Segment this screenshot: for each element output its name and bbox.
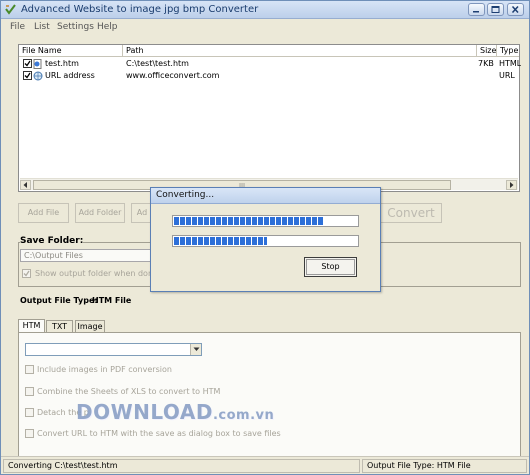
close-icon xyxy=(511,6,519,13)
arrow-right-icon xyxy=(510,182,514,188)
app-window: Advanced Website to image jpg bmp Conver… xyxy=(0,0,530,475)
row-checkbox[interactable] xyxy=(23,71,32,80)
menu-bar: File List Settings Help xyxy=(1,20,529,34)
combine-sheets-label: Combine the Sheets of XLS to convert to … xyxy=(37,387,221,396)
row-checkbox[interactable] xyxy=(23,59,32,68)
detach-checkbox[interactable] xyxy=(25,408,34,417)
watermark-main: DOWNLOAD xyxy=(76,400,213,424)
cell-path: www.officeconvert.com xyxy=(126,71,220,80)
watermark-logo: DOWNLOAD.com.vn xyxy=(76,400,274,424)
title-bar[interactable]: Advanced Website to image jpg bmp Conver… xyxy=(1,1,529,19)
minimize-button[interactable] xyxy=(468,3,485,16)
stop-label: Stop xyxy=(321,262,340,271)
cell-type: HTML xyxy=(499,59,521,68)
progress-fill-file xyxy=(174,217,324,225)
dialog-title: Converting... xyxy=(156,190,215,200)
status-output-type: Output File Type: HTM File xyxy=(362,459,527,473)
output-type-label: Output File Type: xyxy=(20,296,98,305)
cell-type: URL xyxy=(499,71,515,80)
watermark-suffix: .com.vn xyxy=(212,408,275,423)
include-images-checkbox[interactable] xyxy=(25,365,34,374)
menu-file[interactable]: File xyxy=(10,22,25,32)
close-button[interactable] xyxy=(507,3,524,16)
column-file-name[interactable]: File Name xyxy=(19,45,123,57)
stop-button[interactable]: Stop xyxy=(304,257,357,277)
maximize-button[interactable] xyxy=(487,3,504,16)
column-size[interactable]: Size xyxy=(477,45,497,57)
htm-format-select[interactable] xyxy=(25,343,202,356)
dialog-title-bar[interactable]: Converting... xyxy=(151,188,380,204)
scroll-right-button[interactable] xyxy=(506,180,517,190)
column-type[interactable]: Type xyxy=(497,45,519,57)
progress-fill-total xyxy=(174,237,267,245)
status-converting: Converting C:\test\test.htm xyxy=(3,459,360,473)
minimize-icon xyxy=(473,11,479,13)
html-file-icon xyxy=(33,59,42,69)
save-folder-label: Save Folder: xyxy=(20,236,84,246)
arrow-left-icon xyxy=(23,182,27,188)
list-header: File Name Path Size Type xyxy=(19,45,519,57)
column-path[interactable]: Path xyxy=(123,45,477,57)
convert-url-label: Convert URL to HTM with the save as dial… xyxy=(37,429,281,438)
htm-tab-panel: Include images in PDF conversion Combine… xyxy=(18,332,521,457)
table-row[interactable]: test.htm C:\test\test.htm 7KB HTML xyxy=(19,58,521,70)
scroll-left-button[interactable] xyxy=(20,180,31,190)
globe-icon xyxy=(33,71,43,81)
add-folder-button[interactable]: Add Folder xyxy=(75,203,125,223)
progress-bar-file xyxy=(172,215,359,227)
progress-bar-total xyxy=(172,235,359,247)
cell-size xyxy=(478,70,498,82)
status-bar: Converting C:\test\test.htm Output File … xyxy=(1,456,529,474)
menu-settings[interactable]: Settings xyxy=(57,22,94,32)
show-output-checkbox[interactable] xyxy=(22,269,31,278)
converting-dialog: Converting... Stop xyxy=(150,187,381,292)
file-list[interactable]: File Name Path Size Type test.htm C:\tes… xyxy=(18,44,521,192)
cell-file-name: test.htm xyxy=(45,59,79,68)
app-icon xyxy=(5,4,16,15)
table-row[interactable]: URL address www.officeconvert.com URL xyxy=(19,70,519,82)
cell-path: C:\test\test.htm xyxy=(126,59,189,68)
output-type-value: HTM File xyxy=(92,296,132,305)
checkmark-icon xyxy=(24,72,31,79)
window-title: Advanced Website to image jpg bmp Conver… xyxy=(21,4,259,15)
convert-url-checkbox[interactable] xyxy=(25,429,34,438)
checkmark-icon xyxy=(24,60,31,67)
maximize-icon xyxy=(491,6,500,13)
show-output-label: Show output folder when done xyxy=(35,269,158,278)
cell-file-name: URL address xyxy=(45,71,95,80)
convert-button[interactable]: Convert xyxy=(380,203,442,223)
combine-sheets-checkbox[interactable] xyxy=(25,387,34,396)
tab-htm[interactable]: HTM xyxy=(18,319,45,333)
menu-help[interactable]: Help xyxy=(97,22,118,32)
add-file-button[interactable]: Add File xyxy=(18,203,69,223)
menu-list[interactable]: List xyxy=(34,22,50,32)
checkmark-icon xyxy=(23,270,30,277)
chevron-down-icon xyxy=(193,347,200,351)
include-images-label: Include images in PDF conversion xyxy=(37,365,172,374)
dropdown-button[interactable] xyxy=(190,344,201,355)
cell-size: 7KB xyxy=(478,59,494,68)
save-folder-input[interactable]: C:\Output Files xyxy=(20,249,155,262)
